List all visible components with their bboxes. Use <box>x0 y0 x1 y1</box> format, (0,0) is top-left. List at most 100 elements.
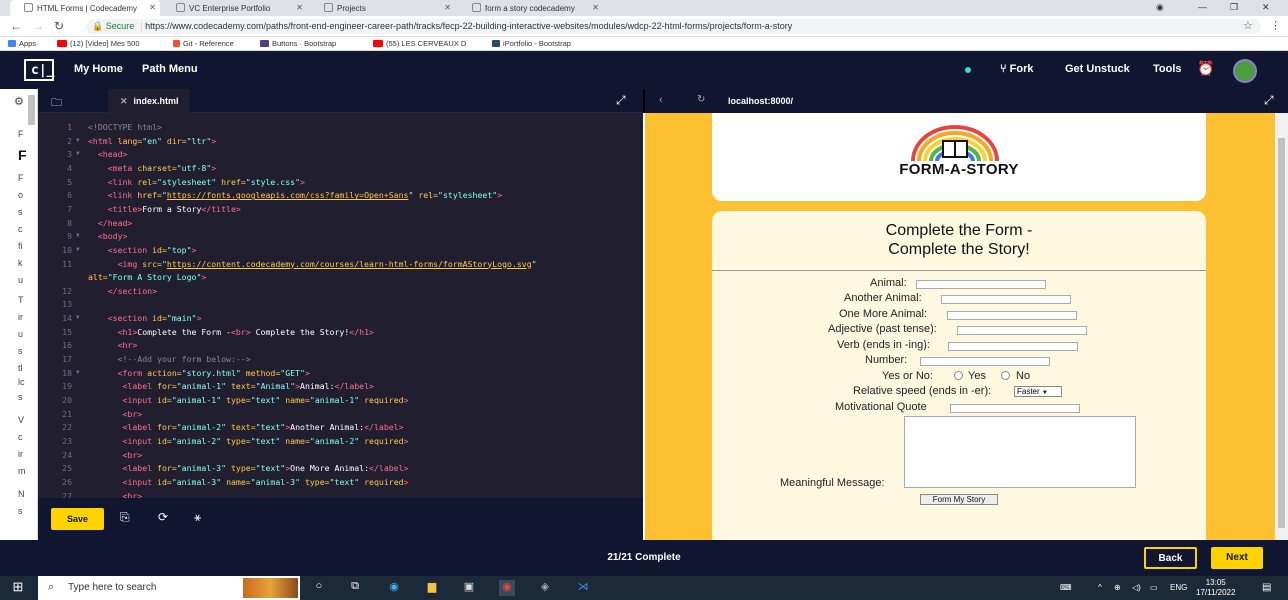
file-tab-index[interactable]: ✕ index.html <box>108 89 189 113</box>
cortana-icon[interactable]: ○ <box>311 580 327 596</box>
save-button[interactable]: Save <box>51 508 104 530</box>
bookmark-apps[interactable]: Apps <box>8 39 36 48</box>
code-line[interactable]: <link rel="stylesheet" href="style.css"> <box>88 177 305 187</box>
restore-icon[interactable]: ❐ <box>1230 2 1238 13</box>
code-line[interactable]: <input id="animal-2" type="text" name="a… <box>88 436 409 446</box>
code-line[interactable]: <br> <box>88 450 143 460</box>
browser-tab[interactable]: Projects ✕ <box>310 0 455 16</box>
file-explorer-icon[interactable]: ▆ <box>424 580 440 596</box>
another-animal-input[interactable] <box>941 295 1071 304</box>
fold-arrow-icon[interactable]: ▼ <box>76 232 80 239</box>
fold-arrow-icon[interactable]: ▼ <box>76 150 80 157</box>
number-input[interactable] <box>920 357 1050 366</box>
preview-scrollbar[interactable] <box>1276 113 1288 541</box>
codecademy-logo[interactable]: c|_ <box>24 59 54 81</box>
one-more-animal-input[interactable] <box>947 311 1077 320</box>
preview-back-icon[interactable]: ‹ <box>659 94 663 106</box>
volume-icon[interactable]: ◁) <box>1132 583 1141 592</box>
bookmark-star-icon[interactable]: ☆ <box>1243 19 1253 32</box>
tools-button[interactable]: Tools <box>1153 63 1182 75</box>
alarm-clock-icon[interactable]: ⏰ <box>1197 60 1214 77</box>
code-line[interactable]: <hr> <box>88 340 138 350</box>
close-tab-icon[interactable]: ✕ <box>149 3 156 12</box>
get-unstuck-button[interactable]: Get Unstuck <box>1065 63 1130 75</box>
copy-clipboard-icon[interactable]: ⎘ <box>120 510 130 525</box>
taskbar-search[interactable]: ⌕ Type here to search <box>38 576 300 600</box>
instructions-scrollbar[interactable] <box>28 95 35 125</box>
back-button[interactable]: Back <box>1144 547 1197 569</box>
refresh-icon[interactable]: ⟳ <box>158 510 168 524</box>
code-line[interactable]: <link href="https://fonts.googleapis.com… <box>88 190 502 200</box>
close-tab-icon[interactable]: ✕ <box>296 3 303 12</box>
code-line[interactable]: <input id="animal-3" name="animal-3" typ… <box>88 477 409 487</box>
preview-url[interactable]: localhost:8000/ <box>728 96 793 106</box>
windows-start-icon[interactable]: ⊞ <box>10 579 26 595</box>
settings-gear-icon[interactable]: ⚙ <box>14 95 24 108</box>
chevron-up-icon[interactable]: ^ <box>1098 583 1102 592</box>
code-line[interactable]: <label for="animal-2" text="text">Anothe… <box>88 422 404 432</box>
close-tab-icon[interactable]: ✕ <box>592 3 599 12</box>
forward-arrow-icon[interactable]: → <box>32 19 44 33</box>
preview-expand-icon[interactable]: ⤢ <box>1264 93 1274 108</box>
network-icon[interactable]: ⊕ <box>1114 583 1121 592</box>
language-indicator[interactable]: ENG <box>1170 583 1187 592</box>
preview-reload-icon[interactable]: ↻ <box>697 94 705 105</box>
code-line[interactable]: <body> <box>88 231 128 241</box>
code-line[interactable]: <h1>Complete the Form -<br> Complete the… <box>88 327 374 337</box>
adjective-input[interactable] <box>957 326 1087 335</box>
message-textarea[interactable] <box>904 416 1136 488</box>
browser-tab[interactable]: VC Enterprise Portfolio ✕ <box>162 0 307 16</box>
bookmark-youtube-2[interactable]: (55) LES CERVEAUX D <box>373 39 466 48</box>
code-line[interactable]: <img src="https://content.codecademy.com… <box>88 259 537 269</box>
code-line[interactable]: <label for="animal-3" type="text">One Mo… <box>88 463 409 473</box>
browser-tab[interactable]: form a story codecademy ✕ <box>458 0 603 16</box>
code-line[interactable]: alt="Form A Story Logo"> <box>88 272 206 282</box>
reload-icon[interactable]: ↻ <box>54 19 64 33</box>
close-file-icon[interactable]: ✕ <box>120 96 128 106</box>
next-button[interactable]: Next <box>1211 547 1263 569</box>
browser-menu-icon[interactable]: ⋮ <box>1270 19 1281 32</box>
keyboard-icon[interactable]: ⌨ <box>1060 583 1072 592</box>
vscode-icon[interactable]: ⋊ <box>575 580 591 596</box>
fold-arrow-icon[interactable]: ▼ <box>76 246 80 253</box>
minimize-icon[interactable]: — <box>1198 2 1207 12</box>
back-arrow-icon[interactable]: ← <box>10 19 22 33</box>
form-my-story-button[interactable]: Form My Story <box>920 494 998 505</box>
path-menu-link[interactable]: Path Menu <box>142 63 198 75</box>
expand-icon[interactable]: ⤢ <box>616 93 626 108</box>
bookmark-git[interactable]: Git - Reference <box>173 39 234 48</box>
code-line[interactable]: <br> <box>88 491 143 498</box>
code-line[interactable]: </head> <box>88 218 133 228</box>
notification-icon[interactable]: ▤ <box>1262 582 1271 593</box>
preview-scroll-thumb[interactable] <box>1278 138 1285 528</box>
reset-magic-icon[interactable]: ⚹ <box>194 510 201 525</box>
verb-input[interactable] <box>948 342 1078 351</box>
code-line[interactable]: <title>Form a Story</title> <box>88 204 241 214</box>
avatar[interactable] <box>1233 59 1257 83</box>
folder-icon[interactable]: 🗀 <box>51 94 62 113</box>
task-view-icon[interactable]: ⧉ <box>347 580 363 596</box>
fold-arrow-icon[interactable]: ▼ <box>76 314 80 321</box>
code-line[interactable]: <!--Add your form below:--> <box>88 354 251 364</box>
speed-select[interactable]: Faster ▼ <box>1014 386 1062 397</box>
code-line[interactable]: <section id="main"> <box>88 313 202 323</box>
code-line[interactable]: <section id="top"> <box>88 245 197 255</box>
close-tab-icon[interactable]: ✕ <box>444 3 451 12</box>
code-line[interactable]: <!DOCTYPE html> <box>88 122 162 132</box>
yes-radio[interactable] <box>954 371 963 380</box>
edge-icon[interactable]: ◉ <box>386 580 402 596</box>
code-line[interactable]: <label for="animal-1" text="Animal">Anim… <box>88 381 374 391</box>
bookmark-iportfolio[interactable]: iPortfolio - Bootstrap <box>492 39 571 48</box>
chrome-icon[interactable]: ◉ <box>499 580 515 596</box>
code-line[interactable]: <br> <box>88 409 143 419</box>
code-line[interactable]: <html lang="en" dir="ltr"> <box>88 136 216 146</box>
code-line[interactable]: </section> <box>88 286 157 296</box>
clock[interactable]: 13:05 17/11/2022 <box>1196 578 1235 598</box>
code-line[interactable]: <meta charset="utf-8"> <box>88 163 216 173</box>
app-icon[interactable]: ◈ <box>537 580 553 596</box>
battery-icon[interactable]: ▭ <box>1150 583 1158 592</box>
close-window-icon[interactable]: ✕ <box>1262 2 1270 13</box>
fold-arrow-icon[interactable]: ▼ <box>76 369 80 376</box>
code-line[interactable]: <form action="story.html" method="GET"> <box>88 368 310 378</box>
my-home-link[interactable]: My Home <box>74 63 123 75</box>
